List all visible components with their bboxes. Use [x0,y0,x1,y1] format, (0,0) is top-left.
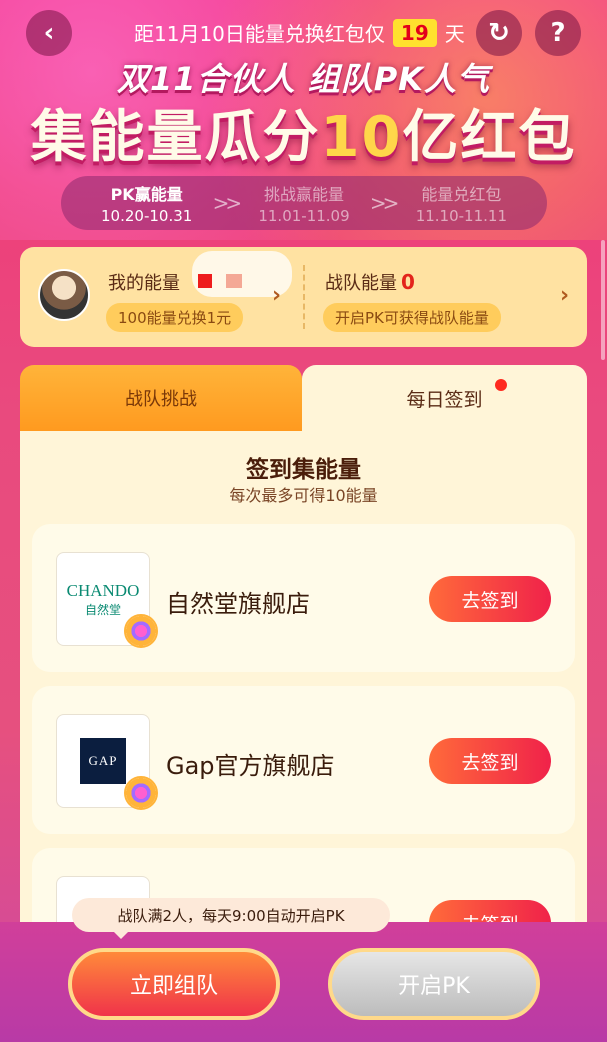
double-chevron-icon: >> [369,191,399,215]
redacted-mark [226,274,242,288]
tab-bar: 战队挑战 每日签到 [20,365,587,431]
help-icon: ? [550,18,566,48]
store-card: GAP Gap官方旗舰店 去签到 [32,686,575,834]
chevron-right-icon[interactable]: › [272,283,281,308]
divider [303,265,305,329]
energy-gem-icon [124,614,158,648]
checkin-button[interactable]: 去签到 [429,576,551,622]
countdown-prefix: 距11月10日能量兑换红包仅 [134,22,385,46]
stage-challenge: 挑战赢能量 11.01-11.09 [258,181,349,225]
back-button[interactable]: ‹ [26,10,72,56]
energy-panel: 我的能量 100能量兑换1元 › 战队能量 0 开启PK可获得战队能量 › [20,247,587,347]
exchange-rate-pill: 100能量兑换1元 [106,303,244,332]
stage-date: 10.20-10.31 [101,207,193,225]
tooltip-text: 战队满2人，每天9:00自动开启PK [117,906,345,925]
stage-name: PK赢能量 [110,185,183,204]
pk-tooltip: 战队满2人，每天9:00自动开启PK [72,898,390,932]
stage-redeem: 能量兑红包 11.10-11.11 [416,181,507,225]
avatar[interactable] [38,269,90,321]
store-name: Gap官方旗舰店 [166,752,335,780]
store-card: CHANDO 自然堂 自然堂旗舰店 去签到 [32,524,575,672]
scrollbar[interactable] [601,240,605,360]
tab-daily-checkin[interactable]: 每日签到 [302,365,587,431]
tooltip-tail [112,930,130,939]
checkin-button-label: 去签到 [461,589,519,612]
store-logo-text: GAP [88,753,118,768]
tab-label: 战队挑战 [125,389,197,410]
section-title: 签到集能量 [246,457,361,483]
hero-title-accent: 10 [320,105,403,170]
countdown-days-badge: 19 [392,18,437,47]
double-chevron-icon: >> [212,191,242,215]
my-energy-label: 我的能量 [108,273,180,294]
stage-timeline: PK赢能量 10.20-10.31 >> 挑战赢能量 11.01-11.09 >… [61,176,547,230]
stage-name: 挑战赢能量 [263,185,344,204]
stage-date: 11.01-11.09 [258,207,350,225]
countdown-suffix: 天 [444,22,465,46]
store-logo-text: CHANDO [66,580,140,600]
energy-gem-icon [124,776,158,810]
form-team-label: 立即组队 [129,974,218,999]
team-energy-hint: 开启PK可获得战队能量 [323,303,501,332]
store-name: 自然堂旗舰店 [166,590,310,618]
start-pk-button[interactable]: 开启PK [328,948,540,1020]
team-energy-text: 战队能量 [325,273,397,294]
section-subtitle: 每次最多可得10能量 [229,486,378,505]
team-energy-value: 0 [401,270,415,294]
refresh-button[interactable]: ↻ [476,10,522,56]
start-pk-label: 开启PK [398,974,470,999]
hero-title-part1: 集能量瓜分 [30,105,321,170]
store-logo-subtext: 自然堂 [84,602,121,617]
refresh-icon: ↻ [488,18,510,48]
tab-team-challenge[interactable]: 战队挑战 [20,365,302,431]
stage-name: 能量兑红包 [421,185,502,204]
notification-dot [495,379,507,391]
redacted-mark [198,274,212,288]
tab-label: 每日签到 [406,388,483,411]
chevron-right-icon[interactable]: › [560,283,569,308]
help-button[interactable]: ? [535,10,581,56]
checkin-button-label: 去签到 [461,751,519,774]
chevron-left-icon: ‹ [43,18,55,48]
stage-date: 11.10-11.11 [415,207,507,225]
countdown-banner: 距11月10日能量兑换红包仅 19 天 [134,18,465,47]
stage-pk: PK赢能量 10.20-10.31 [101,181,192,225]
hero-title-part2: 亿红包 [402,105,577,170]
form-team-button[interactable]: 立即组队 [68,948,280,1020]
hero-title: 集能量瓜分10亿红包 [0,92,607,173]
team-energy-label: 战队能量 0 [325,269,415,295]
checkin-button[interactable]: 去签到 [429,738,551,784]
